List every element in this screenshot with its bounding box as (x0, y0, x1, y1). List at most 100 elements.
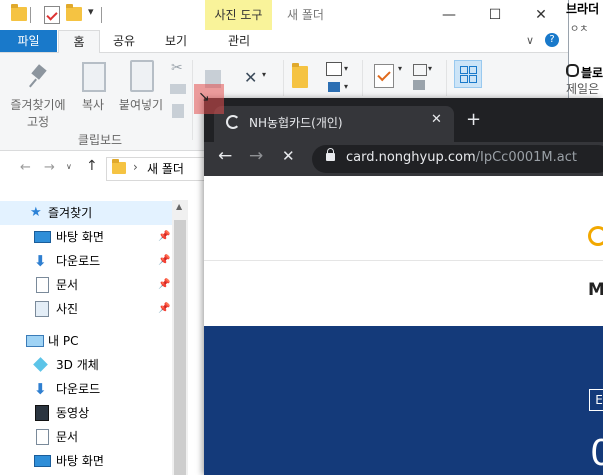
group-divider (283, 60, 284, 96)
easy-access-dropdown-icon[interactable]: ▾ (344, 82, 348, 91)
paste-icon (130, 60, 154, 92)
breadcrumb-current-folder[interactable]: 새 폴더 (147, 160, 184, 177)
nav-item-label: 문서 (56, 430, 79, 444)
select-all-icon[interactable] (454, 60, 482, 88)
minimize-button[interactable]: — (426, 2, 472, 28)
scrollbar-thumb[interactable] (174, 220, 186, 475)
computer-icon (26, 335, 44, 347)
pictures-icon (35, 301, 49, 317)
group-divider (362, 60, 363, 96)
pin-icon[interactable]: 📌 (158, 225, 170, 249)
nav-item-pictures[interactable]: 사진 📌 (34, 297, 170, 321)
edit-icon[interactable] (413, 80, 425, 90)
new-item-dropdown-icon[interactable]: ▾ (344, 64, 348, 73)
open-dropdown-icon[interactable]: ▾ (428, 64, 432, 73)
new-tab-icon[interactable]: + (466, 109, 481, 130)
blog-logo-icon (566, 64, 579, 77)
background-text-line1: 브라더 (566, 2, 600, 16)
nav-item-label: 동영상 (56, 406, 90, 420)
chrome-back-icon[interactable]: ← (218, 146, 232, 166)
video-icon (35, 405, 49, 421)
chevron-down-icon[interactable]: ∨ (526, 34, 534, 47)
copy-button[interactable]: 복사 (73, 96, 113, 113)
nav-item-label: 사진 (56, 302, 79, 316)
nav-item-documents[interactable]: 문서 📌 (34, 273, 170, 297)
tab-view[interactable]: 보기 (156, 30, 196, 52)
nav-this-pc-label: 내 PC (48, 334, 79, 348)
pin-icon[interactable]: 📌 (158, 297, 170, 321)
nav-item-desktop[interactable]: 바탕 화면 📌 (34, 225, 170, 249)
pin-icon (29, 64, 48, 88)
help-icon[interactable]: ? (545, 33, 559, 47)
background-text-line3-label: 블로 (581, 66, 603, 80)
new-item-icon[interactable] (326, 62, 342, 76)
tab-close-icon[interactable]: ✕ (431, 112, 442, 127)
separator-icon (30, 7, 31, 23)
properties-icon[interactable] (44, 6, 60, 24)
properties-dropdown-icon[interactable]: ▾ (398, 64, 402, 73)
maximize-button[interactable]: ☐ (472, 2, 518, 28)
page-menu-letter[interactable]: M (588, 280, 603, 300)
cut-icon[interactable]: ✂ (171, 60, 183, 76)
nav-item-label: 다운로드 (56, 254, 101, 268)
customize-qat-icon[interactable]: ▾ (88, 5, 94, 18)
lock-icon[interactable] (326, 148, 335, 161)
close-button[interactable]: ✕ (518, 2, 564, 28)
group-divider (192, 60, 193, 140)
recent-locations-icon[interactable]: ∨ (66, 162, 72, 171)
document-icon (36, 429, 49, 445)
open-icon[interactable] (413, 64, 427, 76)
tab-share[interactable]: 공유 (104, 30, 144, 52)
pin-icon[interactable]: 📌 (158, 249, 170, 273)
breadcrumb-separator: › (133, 160, 138, 174)
properties-large-icon[interactable] (374, 64, 394, 88)
nav-item-label: 3D 개체 (56, 358, 99, 372)
scroll-up-icon[interactable]: ▲ (176, 202, 182, 211)
pin-icon[interactable]: 📌 (158, 273, 170, 297)
pin-label-line2: 고정 (26, 115, 50, 129)
chrome-tab-title: NH농협카드(개인) (249, 116, 343, 130)
stop-loading-icon[interactable]: ✕ (282, 147, 295, 165)
copy-path-icon[interactable] (170, 84, 186, 94)
tab-file[interactable]: 파일 (0, 30, 57, 52)
paste-button[interactable]: 붙여넣기 (114, 96, 168, 113)
page-big-text: 0 (590, 433, 603, 474)
easy-access-icon[interactable] (328, 82, 340, 92)
url-path: /IpCc0001M.act (475, 150, 577, 165)
group-divider (446, 60, 447, 96)
paste-shortcut-icon[interactable] (172, 104, 184, 118)
url-text[interactable]: card.nonghyup.com/IpCc0001M.act (346, 150, 577, 165)
nav-item-label: 바탕 화면 (56, 230, 104, 244)
page-badge: E (589, 389, 603, 411)
star-icon: ★ (30, 205, 42, 220)
page-hero-banner (204, 326, 603, 475)
document-icon (36, 277, 49, 293)
back-arrow-icon[interactable]: ← (20, 160, 31, 175)
background-text-line2: ㅇㅊ (570, 24, 589, 35)
clipboard-group-label: 클립보드 (77, 133, 123, 147)
new-folder-large-icon[interactable] (292, 63, 308, 88)
background-text-line3: 블로 (566, 64, 603, 81)
loading-spinner-icon (226, 115, 240, 129)
chrome-forward-icon[interactable]: → (249, 146, 263, 166)
folder-icon (112, 159, 126, 174)
up-arrow-icon[interactable]: ↑ (86, 158, 98, 174)
download-icon: ⬇ (34, 380, 47, 398)
forward-arrow-icon[interactable]: → (44, 160, 55, 175)
tab-manage[interactable]: 관리 (208, 30, 270, 52)
background-text-line4: 제일은 (566, 82, 600, 96)
new-folder-icon[interactable] (66, 4, 82, 21)
nav-item-downloads[interactable]: ⬇ 다운로드 📌 (34, 249, 170, 273)
page-header (204, 176, 603, 261)
context-tab-title: 사진 도구 (214, 8, 263, 22)
url-host: card.nonghyup.com (346, 150, 476, 165)
desktop-icon (34, 455, 51, 467)
delete-icon[interactable]: ✕ (244, 68, 257, 87)
nav-quick-access-label: 즐겨찾기 (48, 206, 93, 220)
pin-to-quick-access-button[interactable]: 즐겨찾기에 고정 (6, 96, 70, 130)
delete-dropdown-icon[interactable]: ▾ (262, 70, 266, 79)
download-icon: ⬇ (34, 252, 47, 270)
desktop-icon (34, 231, 51, 243)
nh-logo-icon (588, 226, 603, 246)
tab-home[interactable]: 홈 (58, 30, 100, 54)
